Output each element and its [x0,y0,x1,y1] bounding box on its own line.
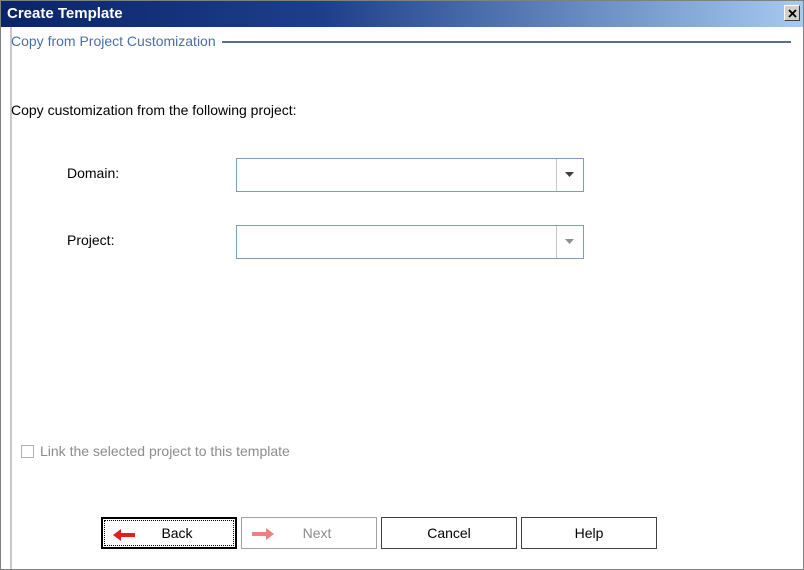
close-icon [788,9,797,18]
instruction-text: Copy customization from the following pr… [11,102,297,118]
project-dropdown-button[interactable] [556,226,583,258]
dialog-title: Create Template [7,5,123,22]
section-divider [221,40,791,43]
back-arrow-icon [113,529,135,541]
create-template-dialog: Create Template Copy from Project Custom… [0,0,804,570]
link-project-checkbox[interactable] [21,444,34,458]
project-label: Project: [67,232,115,248]
close-button[interactable] [784,5,800,21]
back-button-label: Back [161,525,193,541]
project-value [241,234,553,252]
chevron-down-icon [565,172,574,177]
next-button[interactable]: Next [241,517,377,549]
help-button-label: Help [574,525,604,541]
domain-value [241,167,553,185]
domain-dropdown-button[interactable] [556,159,583,191]
help-button[interactable]: Help [521,517,657,549]
project-combobox[interactable] [236,225,584,259]
section-header: Copy from Project Customization [11,33,791,49]
cancel-button[interactable]: Cancel [381,517,517,549]
chevron-down-icon [565,239,574,244]
next-button-label: Next [302,525,332,541]
back-button[interactable]: Back [101,517,237,549]
section-title: Copy from Project Customization [11,33,216,49]
link-project-row: Link the selected project to this templa… [21,443,290,459]
link-project-label: Link the selected project to this templa… [40,443,290,459]
cancel-button-label: Cancel [427,525,471,541]
domain-combobox[interactable] [236,158,584,192]
next-arrow-icon [252,528,274,540]
title-bar[interactable]: Create Template [1,1,803,27]
domain-label: Domain: [67,165,120,181]
